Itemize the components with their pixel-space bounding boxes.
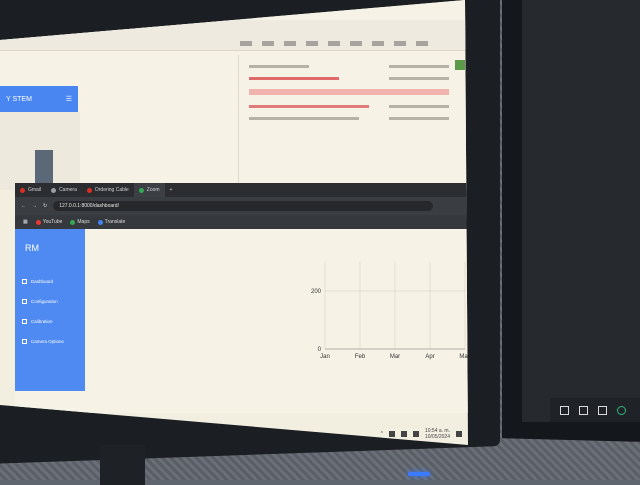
bookmark-label: Translate (104, 219, 126, 225)
browser-window: Gmail Camera Ordering Cable Zoom + ← → ↻… (15, 183, 468, 413)
tab-1[interactable]: Camera (46, 183, 82, 197)
line-chart: 0200Jan Feb Mar Apr May (311, 262, 468, 360)
chart-x-tick-label: Jan (320, 354, 330, 360)
translate-icon (97, 219, 103, 225)
sidebar-item-label: Configuration (31, 299, 58, 304)
bookmarks-bar: ▦ YouTube Maps Translate (15, 215, 468, 229)
tab-0[interactable]: Gmail (15, 183, 46, 197)
tab-favicon-icon (138, 187, 144, 193)
tab-label: Zoom (146, 187, 160, 193)
tab-label: Gmail (28, 187, 42, 193)
chart-x-tick-label: Mar (390, 354, 400, 360)
battery-icon[interactable] (412, 431, 419, 437)
sidebar-item-label: Camera Options (31, 339, 64, 344)
network-icon[interactable] (388, 431, 395, 437)
youtube-icon (35, 219, 41, 225)
bg-header: Y STEM ☰ (0, 86, 78, 112)
sidebar-item-configuration[interactable]: Configuration (22, 299, 58, 304)
tab-label: Ordering Cable (94, 187, 129, 193)
sidebar-item-label: Dashboard (31, 279, 54, 284)
address-bar: ← → ↻ 127.0.0.1:8000/dashboard/ (15, 197, 468, 215)
bookmark-youtube[interactable]: YouTube (35, 219, 63, 225)
forward-icon[interactable]: → (32, 203, 37, 209)
secondary-screen (522, 0, 640, 422)
url-input[interactable]: 127.0.0.1:8000/dashboard/ (53, 201, 434, 211)
back-icon[interactable]: ← (21, 203, 26, 209)
power-led (408, 472, 430, 476)
bookmark-maps[interactable]: Maps (70, 219, 90, 225)
calibration-icon (22, 319, 27, 324)
tab-bar: Gmail Camera Ordering Cable Zoom + (15, 183, 468, 197)
clock-date[interactable]: 10/05/2024 (425, 434, 450, 440)
bg-list (238, 55, 464, 190)
tab-2[interactable]: Ordering Cable (82, 183, 134, 197)
reload-icon[interactable]: ↻ (43, 203, 47, 209)
bookmark-label: YouTube (42, 219, 63, 225)
edge-icon[interactable] (617, 405, 626, 415)
sidebar-item-label: Calibration (31, 319, 53, 324)
notification-icon[interactable] (456, 431, 462, 437)
maps-icon (70, 219, 76, 225)
tab-favicon-icon (86, 187, 92, 193)
tab-favicon-icon (20, 187, 25, 193)
chart-x-tick-label: Apr (425, 354, 434, 360)
new-tab-button[interactable]: + (165, 183, 178, 197)
apps-icon[interactable]: ▦ (23, 219, 28, 225)
dashboard-icon (22, 279, 27, 284)
sidebar-item-calibration[interactable]: Calibration (22, 319, 53, 324)
sidebar-item-camera[interactable]: Camera Options (22, 339, 64, 344)
hamburger-icon[interactable]: ☰ (66, 95, 72, 103)
sidebar-item-dashboard[interactable]: Dashboard (22, 279, 53, 284)
settings-icon (22, 299, 27, 304)
camera-icon (22, 339, 27, 344)
secondary-taskbar (550, 398, 640, 422)
task-view-icon[interactable] (598, 405, 607, 415)
monitor-stand (100, 445, 145, 485)
tab-label: Camera (59, 187, 77, 193)
url-text: 127.0.0.1:8000/dashboard/ (59, 203, 119, 209)
page-content: RM Dashboard Configuration Calibration C… (15, 229, 468, 413)
search-icon[interactable] (579, 405, 588, 415)
bookmark-label: Maps (77, 219, 90, 225)
volume-icon[interactable] (400, 431, 407, 437)
tab-favicon-icon (51, 187, 57, 193)
chart-x-tick-label: Feb (355, 354, 366, 360)
monitor-screen: Y STEM ☰ Gmail Camera Ordering Cable Zoo… (0, 0, 468, 445)
chart-y-tick-label: 0 (318, 347, 322, 353)
bg-toolbar (240, 36, 465, 50)
chart-y-tick-label: 200 (311, 289, 322, 295)
tab-3[interactable]: Zoom (133, 183, 165, 197)
brand-logo[interactable]: RM (25, 243, 39, 253)
bg-green-icon (455, 60, 465, 70)
bg-header-title: Y STEM (6, 95, 32, 103)
bookmark-translate[interactable]: Translate (97, 219, 126, 225)
sidebar: RM Dashboard Configuration Calibration C… (15, 229, 85, 391)
start-icon[interactable] (560, 405, 569, 415)
chevron-up-icon[interactable]: ^ (381, 431, 383, 437)
